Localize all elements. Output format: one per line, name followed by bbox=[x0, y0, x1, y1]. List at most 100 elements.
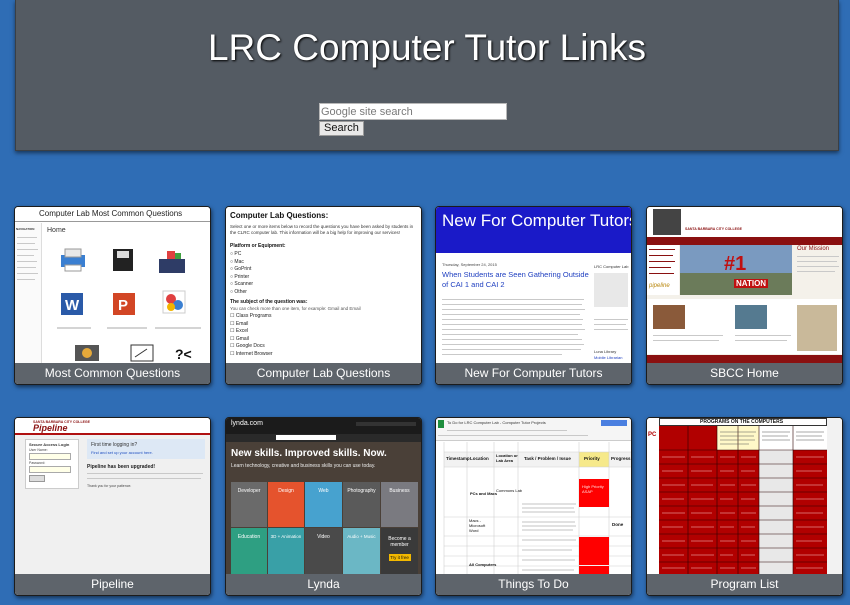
share-button[interactable] bbox=[601, 420, 627, 426]
tile-lynda[interactable]: lynda.com New skills. Improved skills. N… bbox=[225, 417, 422, 596]
sheets-icon bbox=[438, 420, 444, 428]
sbcc-header: SANTA BARBARA CITY COLLEGE bbox=[647, 207, 842, 237]
option-scanner[interactable]: ○ Scanner bbox=[230, 281, 253, 289]
text-line bbox=[442, 299, 584, 300]
news-sidebar bbox=[797, 305, 837, 351]
program-heading-bar: PROGRAMS ON THE COMPUTERS bbox=[659, 418, 827, 426]
sidebar-link[interactable]: Mobile Librarian bbox=[594, 355, 622, 360]
category-grid: Developer Design Web Photography Busines… bbox=[231, 482, 418, 574]
login-heading: Secure Access Login bbox=[29, 442, 70, 447]
password-field[interactable] bbox=[29, 466, 71, 473]
cell-location: All Computers bbox=[469, 562, 497, 567]
col-header-priority: Priority bbox=[584, 456, 600, 461]
category-photography[interactable]: Photography bbox=[343, 482, 380, 527]
text-line bbox=[594, 324, 626, 325]
thumb-page-title: Computer Lab Most Common Questions bbox=[39, 209, 183, 218]
lynda-topbar: lynda.com bbox=[226, 418, 421, 434]
category-education[interactable]: Education bbox=[231, 528, 267, 574]
tile-program-list[interactable]: PC PROGRAMS ON THE COMPUTERS Program Lis… bbox=[646, 417, 843, 596]
lynda-search-input[interactable] bbox=[276, 435, 336, 440]
category-business[interactable]: Business bbox=[381, 482, 418, 527]
subject-class-programs[interactable]: ☐ Class Programs bbox=[230, 313, 273, 321]
site-title: LRC Computer Tutor Links bbox=[207, 27, 646, 68]
sidebar-link[interactable]: Luna Library bbox=[594, 349, 616, 354]
subject-internet-browser[interactable]: ☐ Internet Browser bbox=[230, 351, 273, 359]
program-table bbox=[659, 426, 827, 574]
category-video[interactable]: Video bbox=[305, 528, 342, 574]
text-line bbox=[442, 354, 562, 355]
tile-label: Most Common Questions bbox=[15, 363, 210, 384]
pipeline-logo: pipeline bbox=[649, 283, 670, 289]
text-line bbox=[442, 339, 582, 340]
user-label: User Name: bbox=[29, 448, 48, 452]
svg-text:W: W bbox=[65, 297, 80, 314]
become-member-panel[interactable]: Become a member Try it free bbox=[381, 528, 418, 574]
tile-most-common-questions[interactable]: Computer Lab Most Common Questions NAVIG… bbox=[14, 206, 211, 385]
tile-things-to-do[interactable]: To Do for LRC Computer Lab - Computer Tu… bbox=[435, 417, 632, 596]
divider bbox=[15, 433, 210, 435]
username-field[interactable] bbox=[29, 453, 71, 460]
tile-pipeline[interactable]: SANTA BARBARA CITY COLLEGE Pipeline Secu… bbox=[14, 417, 211, 596]
text-line bbox=[442, 334, 578, 335]
svg-text:P: P bbox=[118, 297, 128, 314]
option-pc[interactable]: ○ PC bbox=[230, 251, 253, 259]
subject-excel[interactable]: ☐ Excel bbox=[230, 328, 273, 336]
text-line bbox=[87, 478, 201, 479]
try-free-button[interactable]: Try it free bbox=[388, 554, 411, 561]
site-search-form: Search bbox=[319, 103, 507, 136]
presentation-icon bbox=[130, 344, 154, 362]
text-line bbox=[87, 473, 203, 474]
banner-number: #1 bbox=[724, 253, 747, 275]
option-printer[interactable]: ○ Printer bbox=[230, 274, 253, 282]
thanks-text: Thank you for your patience. bbox=[87, 484, 132, 488]
option-mac[interactable]: ○ Mac bbox=[230, 259, 253, 267]
upgrade-heading: Pipeline has been upgraded! bbox=[87, 464, 156, 470]
tile-label: Program List bbox=[647, 574, 842, 595]
sidebar-title: LRC Computer Lab bbox=[594, 264, 629, 269]
subject-google-docs[interactable]: ☐ Google Docs bbox=[230, 343, 273, 351]
text-line bbox=[594, 329, 628, 330]
option-goprint[interactable]: ○ GoPrint bbox=[230, 266, 253, 274]
col-header-location: Location bbox=[470, 456, 489, 461]
col-header-area: Location or Lab Area bbox=[496, 453, 518, 463]
subject-email[interactable]: ☐ Email bbox=[230, 321, 273, 329]
site-search-input[interactable] bbox=[319, 103, 507, 120]
category-3d-animation[interactable]: 3D + Animation bbox=[268, 528, 304, 574]
text-line bbox=[653, 340, 719, 341]
form-title: Computer Lab Questions: bbox=[230, 211, 329, 220]
cell-area: Commons Lab bbox=[496, 488, 523, 493]
pipeline-header: SANTA BARBARA CITY COLLEGE Pipeline bbox=[15, 418, 210, 433]
lynda-logo: lynda.com bbox=[231, 420, 263, 427]
first-time-box: First time logging in? Find and set up y… bbox=[87, 439, 205, 459]
nav-line bbox=[17, 261, 37, 262]
text-line bbox=[442, 309, 585, 310]
cell-location: PCs and Macs bbox=[470, 491, 498, 496]
search-button[interactable]: Search bbox=[319, 121, 364, 136]
category-web[interactable]: Web bbox=[305, 482, 342, 527]
tile-new-for-computer-tutors[interactable]: New For Computer Tutors Thursday, Septem… bbox=[435, 206, 632, 385]
option-other[interactable]: ○ Other bbox=[230, 289, 253, 297]
menu-line bbox=[649, 273, 674, 274]
nav-heading: NAVIGATION bbox=[16, 227, 35, 231]
sbcc-logo-icon bbox=[653, 209, 681, 235]
tile-computer-lab-questions[interactable]: Computer Lab Questions: Select one or mo… bbox=[225, 206, 422, 385]
category-audio-music[interactable]: Audio + Music bbox=[343, 528, 380, 574]
subject-gmail[interactable]: ☐ Gmail bbox=[230, 336, 273, 344]
thumbnail: Computer Lab Most Common Questions NAVIG… bbox=[15, 207, 210, 363]
nav-line bbox=[17, 267, 36, 268]
category-developer[interactable]: Developer bbox=[231, 482, 267, 527]
menu-line bbox=[649, 261, 675, 262]
category-design[interactable]: Design bbox=[268, 482, 304, 527]
text-line bbox=[442, 324, 582, 325]
thumbnail: To Do for LRC Computer Lab - Computer Tu… bbox=[436, 418, 631, 574]
account-setup-link[interactable]: Find and set up your account here. bbox=[91, 450, 153, 455]
login-button[interactable] bbox=[29, 475, 45, 482]
tile-sbcc-home[interactable]: SANTA BARBARA CITY COLLEGE pipeline #1 N… bbox=[646, 206, 843, 385]
thumbnail: lynda.com New skills. Improved skills. N… bbox=[226, 418, 421, 574]
header-panel: LRC Computer Tutor Links Search bbox=[15, 0, 839, 151]
sbcc-footer bbox=[647, 355, 842, 363]
text-line bbox=[797, 261, 837, 262]
thumbnail: SANTA BARBARA CITY COLLEGE pipeline #1 N… bbox=[647, 207, 842, 363]
lynda-search-bar bbox=[226, 434, 421, 442]
login-box: Secure Access Login User Name: Password: bbox=[25, 439, 79, 489]
